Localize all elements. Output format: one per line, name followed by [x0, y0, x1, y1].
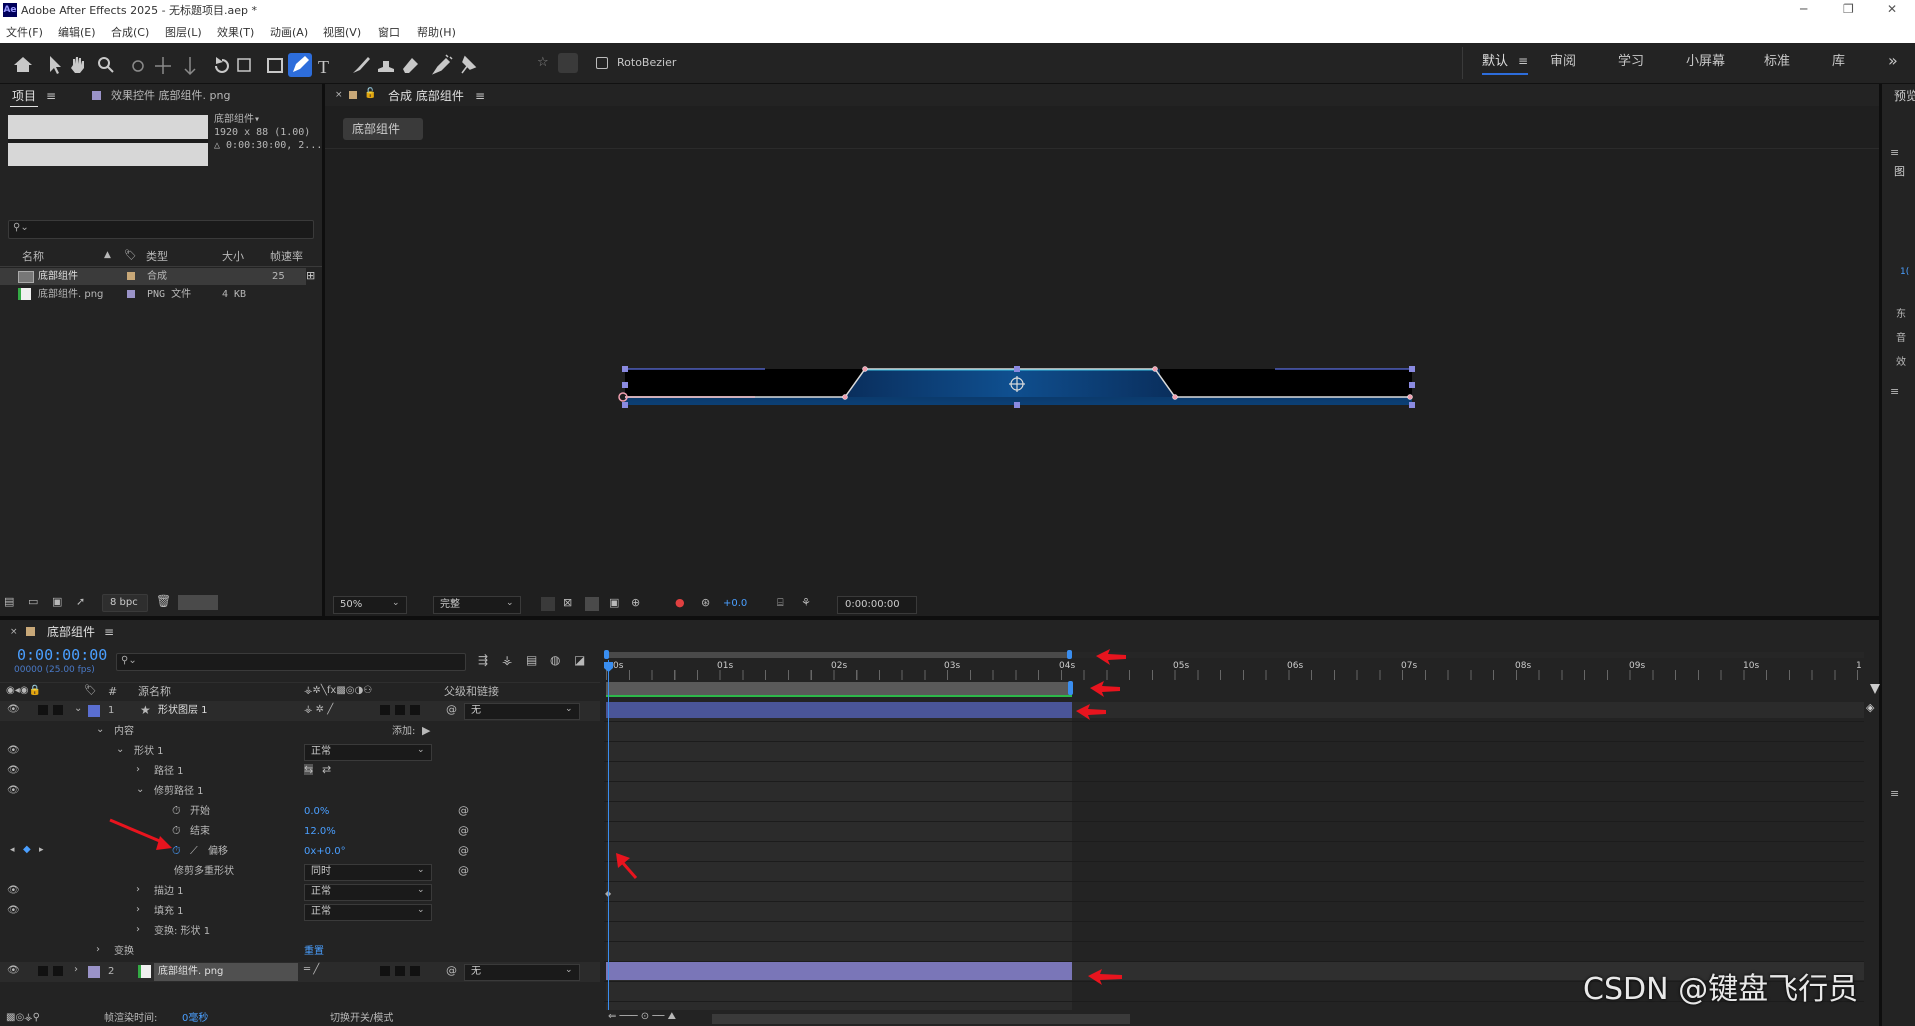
annotation-arrows — [109, 649, 1126, 985]
red-arrow-icon — [1076, 704, 1106, 720]
red-arrow-icon — [1088, 969, 1122, 985]
red-arrow-icon — [616, 853, 630, 868]
red-arrow-icon — [156, 836, 172, 850]
watermark: CSDN @键盘飞行员 — [1583, 972, 1859, 1007]
red-arrow-icon — [1090, 681, 1120, 697]
red-arrow-icon — [1096, 649, 1126, 665]
